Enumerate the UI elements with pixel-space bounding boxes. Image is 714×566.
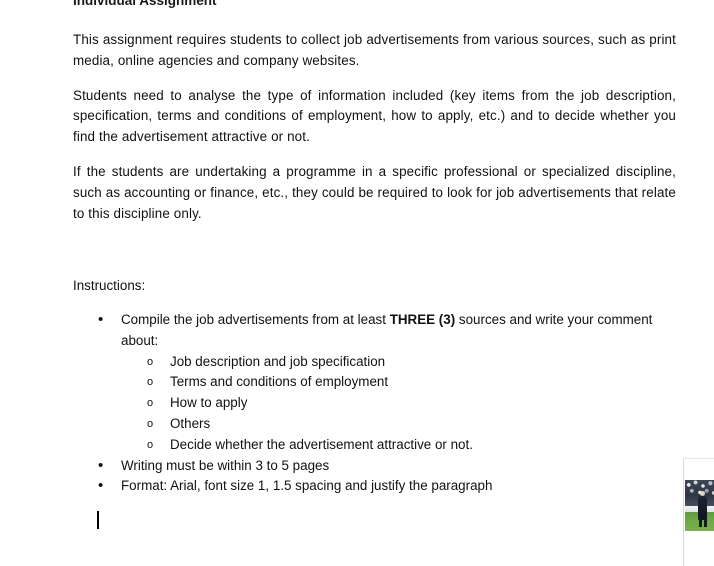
- bullet-marker-icon: •: [98, 311, 104, 328]
- instructions-list: • Compile the job advertisements from at…: [73, 310, 676, 497]
- text-cursor-caret: [97, 511, 99, 529]
- sub-list-item: o Terms and conditions of employment: [73, 372, 676, 393]
- paragraph-1: This assignment requires students to col…: [73, 32, 676, 68]
- hollow-circle-bullet-icon: o: [147, 417, 154, 430]
- sub-list-item-label: Job description and job specification: [170, 353, 386, 369]
- list-item-text-before-bold: Compile the job advertisements from at l…: [121, 312, 390, 327]
- photo-figure-left-leg: [699, 518, 702, 527]
- list-item-text-after-bold: sources and write your comment: [455, 312, 653, 327]
- hollow-circle-bullet-icon: o: [147, 438, 154, 451]
- sub-list-item: o Decide whether the advertisement attra…: [73, 435, 676, 456]
- floating-image-panel[interactable]: [683, 458, 714, 566]
- list-item-continuation: about:: [121, 332, 159, 348]
- photo-figure-head: [700, 491, 705, 496]
- instructions-label: Instructions:: [73, 278, 146, 293]
- hollow-circle-bullet-icon: o: [147, 376, 154, 389]
- hollow-circle-bullet-icon: o: [147, 355, 154, 368]
- bullet-marker-icon: •: [98, 456, 104, 474]
- sub-list-item: o Others: [73, 414, 676, 435]
- paragraph-2: Students need to analyse the type of inf…: [73, 87, 676, 145]
- hollow-circle-bullet-icon: o: [147, 397, 154, 410]
- sub-list-item-label: Others: [170, 415, 211, 431]
- list-item-bold-text: THREE (3): [389, 312, 456, 327]
- sub-list-item: o How to apply: [73, 393, 676, 414]
- document-body: This assignment requires students to col…: [73, 30, 676, 224]
- list-item-label: Writing must be within 3 to 5 pages: [121, 457, 330, 473]
- sub-list-item: o Job description and job specification: [73, 352, 676, 373]
- sub-list-item-label: Terms and conditions of employment: [170, 374, 389, 390]
- list-item-label: Format: Arial, font size 1, 1.5 spacing …: [121, 478, 493, 494]
- document-page: Individual Assignment This assignment re…: [0, 0, 714, 566]
- bullet-marker-icon: •: [98, 477, 104, 495]
- list-item-label: Compile the job advertisements from at l…: [121, 310, 676, 331]
- cutoff-heading-text: Individual Assignment: [73, 0, 217, 8]
- list-item: • Format: Arial, font size 1, 1.5 spacin…: [73, 476, 676, 497]
- list-item: • Compile the job advertisements from at…: [73, 310, 676, 331]
- cutoff-heading-strip: Individual Assignment: [73, 0, 393, 11]
- photo-figure-right-leg: [704, 518, 707, 527]
- photo-figure-body: [698, 496, 707, 520]
- sub-list-item-label: How to apply: [170, 395, 248, 411]
- sub-list-item-label: Decide whether the advertisement attract…: [170, 436, 473, 452]
- football-photo: [685, 480, 714, 531]
- list-item: • Writing must be within 3 to 5 pages: [73, 456, 676, 477]
- paragraph-3: If the students are undertaking a progra…: [73, 163, 676, 221]
